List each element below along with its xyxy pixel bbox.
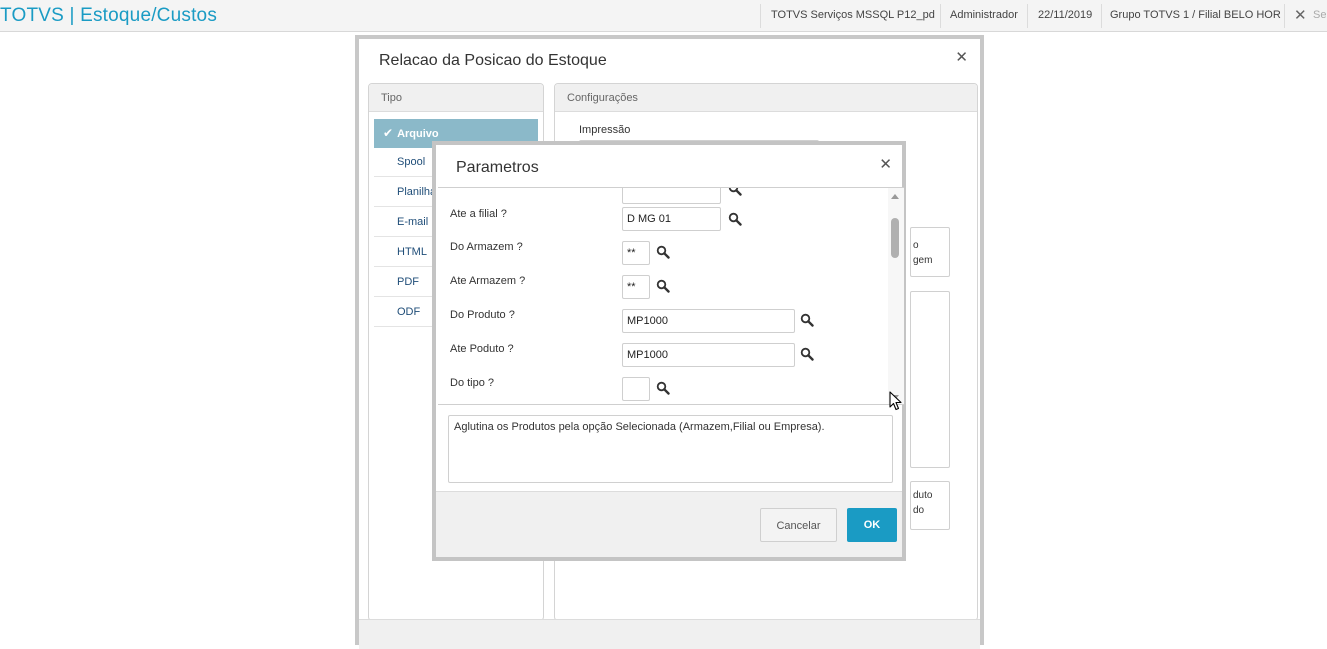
search-icon[interactable] [656,245,670,259]
parametros-dialog: Parametros ✕ Ate a filial ? D MG 01 Do A… [432,141,906,561]
search-icon[interactable] [728,212,742,226]
ok-button[interactable]: OK [847,508,897,542]
ate-produto-input[interactable]: MP1000 [622,343,795,367]
cancel-button[interactable]: Cancelar [760,508,837,542]
option-text: duto [913,490,933,501]
param-label: Do tipo ? [450,377,495,389]
search-icon[interactable] [728,187,742,196]
report-dialog-footer [359,619,980,649]
filial-from-input[interactable] [622,188,721,204]
param-label: Ate Armazem ? [450,275,526,287]
parameters-list[interactable]: Ate a filial ? D MG 01 Do Armazem ? ** A… [438,187,904,405]
header-divider [1284,4,1285,28]
user-label[interactable]: Administrador [950,9,1018,21]
option-box[interactable]: duto do [910,481,950,530]
app-title: TOTVS | Estoque/Custos [0,5,218,26]
do-armazem-input[interactable]: ** [622,241,650,265]
impressao-label: Impressão [579,124,631,136]
option-text: do [913,505,925,516]
param-label: Do Produto ? [450,309,515,321]
parametros-footer: Cancelar OK [436,491,902,557]
param-label: Ate a filial ? [450,208,507,220]
top-bar: TOTVS | Estoque/Custos TOTVS Serviços MS… [0,0,1327,32]
search-icon[interactable] [656,279,670,293]
options-list[interactable] [910,291,950,468]
param-label: Ate Poduto ? [450,343,514,355]
option-text: gem [913,255,933,266]
option-text: o [913,240,919,251]
close-icon[interactable]: ✕ [879,155,892,173]
exit-icon[interactable]: ✕ [1294,6,1307,24]
ate-filial-input[interactable]: D MG 01 [622,207,721,231]
date-label[interactable]: 22/11/2019 [1038,9,1092,21]
report-dialog-title: Relacao da Posicao do Estoque [379,52,607,69]
parameter-description: Aglutina os Produtos pela opção Selecion… [448,415,893,483]
branch-label[interactable]: Grupo TOTVS 1 / Filial BELO HOR [1110,9,1281,21]
search-icon[interactable] [800,313,814,327]
do-tipo-input[interactable] [622,377,650,401]
check-icon: ✔ [383,126,394,140]
search-icon[interactable] [800,347,814,361]
environment-label[interactable]: TOTVS Serviços MSSQL P12_pd [771,9,935,21]
scroll-up-icon[interactable] [891,194,899,199]
scrollbar[interactable] [888,188,904,404]
header-divider [1027,4,1028,28]
tipo-panel-header: Tipo [369,84,543,112]
header-divider [760,4,761,28]
mouse-cursor-icon [889,391,902,411]
tipo-item-label: Arquivo [397,128,439,140]
exit-label[interactable]: Se [1313,9,1327,21]
ate-armazem-input[interactable]: ** [622,275,650,299]
parametros-title: Parametros [456,159,539,176]
param-label: Do Armazem ? [450,241,523,253]
header-divider [1101,4,1102,28]
close-icon[interactable]: ✕ [955,48,968,66]
do-produto-input[interactable]: MP1000 [622,309,795,333]
config-panel-header: Configurações [555,84,977,112]
header-divider [940,4,941,28]
scroll-thumb[interactable] [891,218,899,258]
option-box[interactable]: o gem [910,227,950,277]
search-icon[interactable] [656,381,670,395]
